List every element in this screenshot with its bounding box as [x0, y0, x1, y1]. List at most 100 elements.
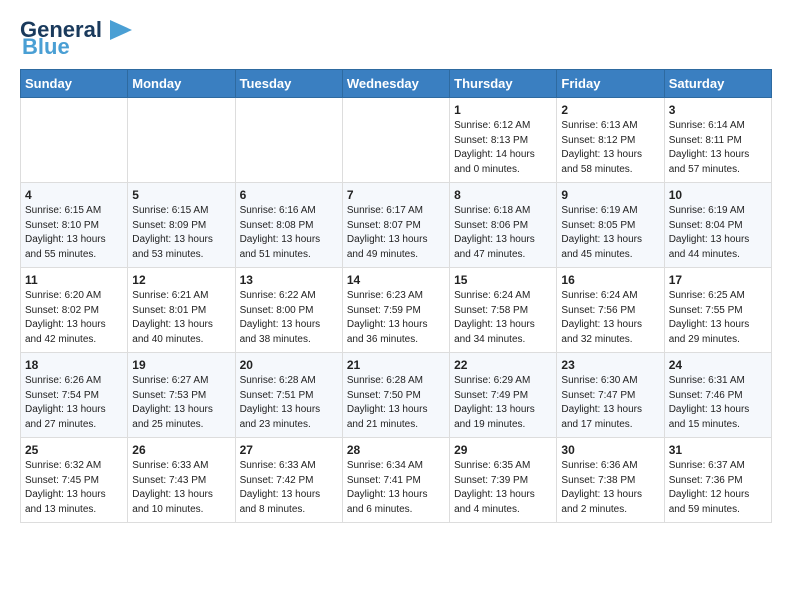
calendar-cell: 10 Sunrise: 6:19 AM Sunset: 8:04 PM Dayli…: [664, 183, 771, 268]
day-number: 24: [669, 358, 767, 372]
day-info: Sunrise: 6:34 AM Sunset: 7:41 PM Dayligh…: [347, 459, 445, 517]
calendar-cell: 22 Sunrise: 6:29 AM Sunset: 7:49 PM Dayli…: [450, 353, 557, 438]
day-info: Sunrise: 6:14 AM Sunset: 8:11 PM Dayligh…: [669, 119, 767, 177]
day-number: 21: [347, 358, 445, 372]
day-header-saturday: Saturday: [664, 70, 771, 98]
day-number: 17: [669, 273, 767, 287]
day-info: Sunrise: 6:15 AM Sunset: 8:10 PM Dayligh…: [25, 204, 123, 262]
day-number: 28: [347, 443, 445, 457]
day-number: 23: [561, 358, 659, 372]
day-number: 13: [240, 273, 338, 287]
day-info: Sunrise: 6:24 AM Sunset: 7:56 PM Dayligh…: [561, 289, 659, 347]
calendar-cell: [235, 98, 342, 183]
calendar-cell: 27 Sunrise: 6:33 AM Sunset: 7:42 PM Dayli…: [235, 438, 342, 523]
day-info: Sunrise: 6:29 AM Sunset: 7:49 PM Dayligh…: [454, 374, 552, 432]
day-info: Sunrise: 6:12 AM Sunset: 8:13 PM Dayligh…: [454, 119, 552, 177]
calendar-cell: 20 Sunrise: 6:28 AM Sunset: 7:51 PM Dayli…: [235, 353, 342, 438]
day-number: 30: [561, 443, 659, 457]
calendar-cell: 13 Sunrise: 6:22 AM Sunset: 8:00 PM Dayli…: [235, 268, 342, 353]
day-number: 9: [561, 188, 659, 202]
day-number: 31: [669, 443, 767, 457]
day-header-monday: Monday: [128, 70, 235, 98]
day-number: 6: [240, 188, 338, 202]
day-header-thursday: Thursday: [450, 70, 557, 98]
calendar-cell: 8Sunrise: 6:18 AM Sunset: 8:06 PM Daylig…: [450, 183, 557, 268]
day-info: Sunrise: 6:23 AM Sunset: 7:59 PM Dayligh…: [347, 289, 445, 347]
day-info: Sunrise: 6:28 AM Sunset: 7:50 PM Dayligh…: [347, 374, 445, 432]
page-header: General Blue: [20, 16, 772, 59]
day-number: 4: [25, 188, 123, 202]
calendar-cell: 23 Sunrise: 6:30 AM Sunset: 7:47 PM Dayli…: [557, 353, 664, 438]
calendar-cell: 25Sunrise: 6:32 AM Sunset: 7:45 PM Dayli…: [21, 438, 128, 523]
day-number: 5: [132, 188, 230, 202]
calendar-cell: 3 Sunrise: 6:14 AM Sunset: 8:11 PM Daylig…: [664, 98, 771, 183]
day-number: 7: [347, 188, 445, 202]
day-info: Sunrise: 6:15 AM Sunset: 8:09 PM Dayligh…: [132, 204, 230, 262]
calendar-cell: 26 Sunrise: 6:33 AM Sunset: 7:43 PM Dayli…: [128, 438, 235, 523]
day-header-sunday: Sunday: [21, 70, 128, 98]
calendar-cell: 5 Sunrise: 6:15 AM Sunset: 8:09 PM Daylig…: [128, 183, 235, 268]
day-info: Sunrise: 6:28 AM Sunset: 7:51 PM Dayligh…: [240, 374, 338, 432]
calendar-cell: 15 Sunrise: 6:24 AM Sunset: 7:58 PM Dayli…: [450, 268, 557, 353]
calendar-cell: 11 Sunrise: 6:20 AM Sunset: 8:02 PM Dayli…: [21, 268, 128, 353]
calendar-week-3: 11 Sunrise: 6:20 AM Sunset: 8:02 PM Dayli…: [21, 268, 772, 353]
day-info: Sunrise: 6:30 AM Sunset: 7:47 PM Dayligh…: [561, 374, 659, 432]
day-number: 15: [454, 273, 552, 287]
calendar-cell: 30 Sunrise: 6:36 AM Sunset: 7:38 PM Dayli…: [557, 438, 664, 523]
calendar-cell: 6 Sunrise: 6:16 AM Sunset: 8:08 PM Daylig…: [235, 183, 342, 268]
calendar-cell: 7 Sunrise: 6:17 AM Sunset: 8:07 PM Daylig…: [342, 183, 449, 268]
day-info: Sunrise: 6:32 AM Sunset: 7:45 PM Dayligh…: [25, 459, 123, 517]
calendar-cell: 12Sunrise: 6:21 AM Sunset: 8:01 PM Dayli…: [128, 268, 235, 353]
day-info: Sunrise: 6:24 AM Sunset: 7:58 PM Dayligh…: [454, 289, 552, 347]
day-info: Sunrise: 6:17 AM Sunset: 8:07 PM Dayligh…: [347, 204, 445, 262]
calendar-cell: [21, 98, 128, 183]
day-number: 20: [240, 358, 338, 372]
calendar-cell: 9 Sunrise: 6:19 AM Sunset: 8:05 PM Daylig…: [557, 183, 664, 268]
day-info: Sunrise: 6:20 AM Sunset: 8:02 PM Dayligh…: [25, 289, 123, 347]
calendar-cell: 28 Sunrise: 6:34 AM Sunset: 7:41 PM Dayli…: [342, 438, 449, 523]
day-info: Sunrise: 6:35 AM Sunset: 7:39 PM Dayligh…: [454, 459, 552, 517]
day-info: Sunrise: 6:36 AM Sunset: 7:38 PM Dayligh…: [561, 459, 659, 517]
day-number: 14: [347, 273, 445, 287]
day-info: Sunrise: 6:22 AM Sunset: 8:00 PM Dayligh…: [240, 289, 338, 347]
calendar-cell: 19 Sunrise: 6:27 AM Sunset: 7:53 PM Dayli…: [128, 353, 235, 438]
calendar-week-5: 25Sunrise: 6:32 AM Sunset: 7:45 PM Dayli…: [21, 438, 772, 523]
day-number: 27: [240, 443, 338, 457]
day-number: 22: [454, 358, 552, 372]
day-info: Sunrise: 6:26 AM Sunset: 7:54 PM Dayligh…: [25, 374, 123, 432]
calendar-header-row: SundayMondayTuesdayWednesdayThursdayFrid…: [21, 70, 772, 98]
calendar-cell: 31 Sunrise: 6:37 AM Sunset: 7:36 PM Dayli…: [664, 438, 771, 523]
day-header-wednesday: Wednesday: [342, 70, 449, 98]
calendar-cell: [342, 98, 449, 183]
calendar-cell: 4 Sunrise: 6:15 AM Sunset: 8:10 PM Daylig…: [21, 183, 128, 268]
calendar-cell: 21 Sunrise: 6:28 AM Sunset: 7:50 PM Dayli…: [342, 353, 449, 438]
logo-blue-text: Blue: [22, 34, 70, 59]
calendar-cell: 2Sunrise: 6:13 AM Sunset: 8:12 PM Daylig…: [557, 98, 664, 183]
day-info: Sunrise: 6:31 AM Sunset: 7:46 PM Dayligh…: [669, 374, 767, 432]
day-number: 12: [132, 273, 230, 287]
day-info: Sunrise: 6:19 AM Sunset: 8:05 PM Dayligh…: [561, 204, 659, 262]
day-number: 1: [454, 103, 552, 117]
day-number: 26: [132, 443, 230, 457]
day-info: Sunrise: 6:27 AM Sunset: 7:53 PM Dayligh…: [132, 374, 230, 432]
calendar-week-1: 1 Sunrise: 6:12 AM Sunset: 8:13 PM Daylig…: [21, 98, 772, 183]
day-info: Sunrise: 6:33 AM Sunset: 7:42 PM Dayligh…: [240, 459, 338, 517]
day-number: 16: [561, 273, 659, 287]
day-info: Sunrise: 6:19 AM Sunset: 8:04 PM Dayligh…: [669, 204, 767, 262]
day-header-tuesday: Tuesday: [235, 70, 342, 98]
day-number: 18: [25, 358, 123, 372]
day-number: 3: [669, 103, 767, 117]
day-number: 10: [669, 188, 767, 202]
day-info: Sunrise: 6:13 AM Sunset: 8:12 PM Dayligh…: [561, 119, 659, 177]
day-header-friday: Friday: [557, 70, 664, 98]
day-number: 19: [132, 358, 230, 372]
day-info: Sunrise: 6:37 AM Sunset: 7:36 PM Dayligh…: [669, 459, 767, 517]
day-number: 11: [25, 273, 123, 287]
day-number: 8: [454, 188, 552, 202]
calendar-cell: 1 Sunrise: 6:12 AM Sunset: 8:13 PM Daylig…: [450, 98, 557, 183]
calendar-week-4: 18 Sunrise: 6:26 AM Sunset: 7:54 PM Dayli…: [21, 353, 772, 438]
logo: General Blue: [20, 16, 136, 59]
calendar-cell: 24 Sunrise: 6:31 AM Sunset: 7:46 PM Dayli…: [664, 353, 771, 438]
day-info: Sunrise: 6:33 AM Sunset: 7:43 PM Dayligh…: [132, 459, 230, 517]
day-info: Sunrise: 6:16 AM Sunset: 8:08 PM Dayligh…: [240, 204, 338, 262]
